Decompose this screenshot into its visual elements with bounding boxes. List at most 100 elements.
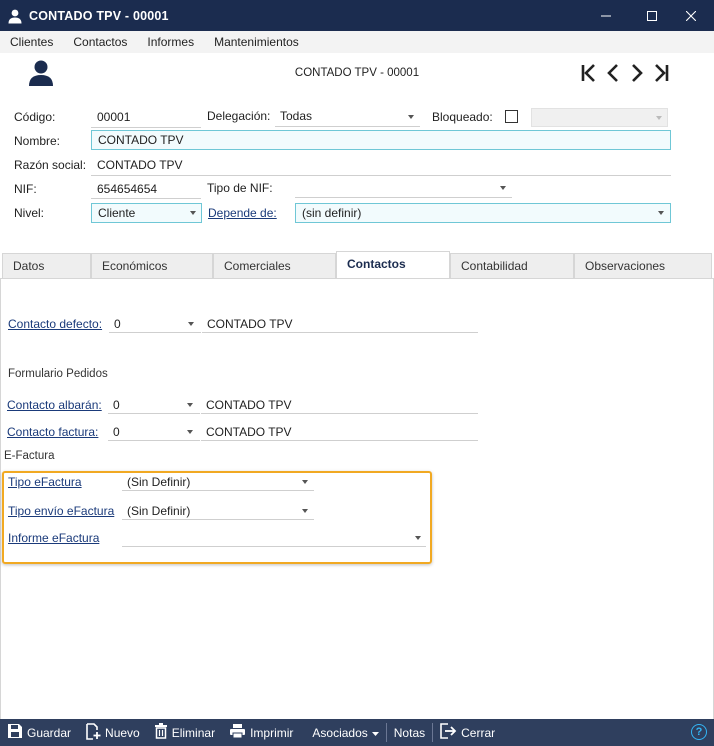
bloqueado-reason-select (531, 108, 668, 127)
chevron-down-icon[interactable] (408, 115, 414, 119)
delegacion-select[interactable]: Todas (280, 109, 312, 123)
eliminar-label: Eliminar (171, 725, 216, 740)
contacto-factura-select[interactable]: 0 (113, 425, 120, 439)
informe-efactura-link[interactable]: Informe eFactura (8, 531, 99, 545)
menu-item-informes[interactable]: Informes (137, 35, 204, 49)
tipo-efactura-select[interactable]: (Sin Definir) (127, 475, 190, 489)
tipo-efactura-underline (122, 490, 314, 491)
new-document-icon (85, 722, 101, 743)
nivel-select[interactable]: Cliente (91, 203, 202, 223)
chevron-down-icon[interactable] (500, 186, 506, 190)
menu-item-mantenimientos[interactable]: Mantenimientos (204, 35, 309, 49)
depende-de-select[interactable]: (sin definir) (295, 203, 671, 223)
bloqueado-checkbox[interactable] (505, 110, 518, 123)
menu-bar: Clientes Contactos Informes Mantenimient… (0, 31, 714, 53)
depende-de-link[interactable]: Depende de: (208, 206, 277, 220)
eliminar-button[interactable]: Eliminar (147, 719, 222, 746)
guardar-label: Guardar (27, 725, 72, 740)
last-record-icon[interactable] (650, 62, 672, 84)
razon-social-label: Razón social: (14, 158, 87, 172)
chevron-down-icon[interactable] (190, 211, 196, 215)
tab-observaciones[interactable]: Observaciones (574, 253, 712, 279)
tipo-nif-label: Tipo de NIF: (207, 181, 273, 195)
contacto-albaran-name-underline (201, 413, 478, 414)
next-record-icon[interactable] (626, 62, 648, 84)
imprimir-button[interactable]: Imprimir (222, 719, 300, 746)
record-header: CONTADO TPV - 00001 (0, 53, 714, 97)
menu-item-contactos[interactable]: Contactos (63, 35, 137, 49)
tipo-envio-efactura-select[interactable]: (Sin Definir) (127, 504, 190, 518)
chevron-down-icon[interactable] (415, 536, 421, 540)
tipo-nif-underline (295, 197, 512, 198)
delegacion-underline (275, 126, 420, 127)
efactura-heading: E-Factura (4, 450, 55, 462)
contacto-defecto-name-underline (202, 332, 478, 333)
minimize-button[interactable] (583, 0, 629, 31)
help-icon[interactable]: ? (691, 724, 707, 740)
asociados-label: Asociados (312, 725, 368, 740)
contacto-albaran-link[interactable]: Contacto albarán: (7, 398, 102, 412)
chevron-down-icon[interactable] (658, 211, 664, 215)
nivel-label: Nivel: (14, 206, 45, 220)
chevron-down-icon[interactable] (302, 480, 308, 484)
printer-icon (229, 723, 246, 742)
tab-economicos[interactable]: Económicos (91, 253, 213, 279)
tipo-efactura-link[interactable]: Tipo eFactura (8, 475, 82, 489)
chevron-down-icon[interactable] (302, 509, 308, 513)
menu-item-clientes[interactable]: Clientes (0, 35, 63, 49)
nuevo-label: Nuevo (105, 725, 140, 740)
tab-comerciales[interactable]: Comerciales (213, 253, 336, 279)
contacto-factura-underline (108, 440, 200, 441)
codigo-underline (91, 127, 201, 128)
tipo-envio-efactura-underline (122, 519, 314, 520)
contacto-defecto-select[interactable]: 0 (114, 317, 121, 331)
codigo-label: Código: (14, 110, 56, 124)
tab-contabilidad[interactable]: Contabilidad (450, 253, 574, 279)
contacto-albaran-select[interactable]: 0 (113, 398, 120, 412)
contacto-factura-link[interactable]: Contacto factura: (7, 425, 98, 439)
contacto-factura-name: CONTADO TPV (206, 425, 292, 439)
asociados-dropdown[interactable]: Asociados (300, 719, 385, 746)
tab-strip: Datos Económicos Comerciales Contactos C… (0, 251, 714, 280)
bottom-toolbar: Guardar Nuevo Eliminar Imprimir Asociado… (0, 719, 714, 746)
chevron-down-icon[interactable] (187, 403, 193, 407)
exit-icon (440, 723, 457, 742)
user-icon (7, 8, 23, 24)
window-title: CONTADO TPV - 00001 (29, 8, 169, 23)
bloqueado-label: Bloqueado: (432, 110, 493, 124)
contacto-albaran-name: CONTADO TPV (206, 398, 292, 412)
razon-social-underline (91, 175, 671, 176)
notas-button[interactable]: Notas (387, 719, 432, 746)
nuevo-button[interactable]: Nuevo (78, 719, 147, 746)
cerrar-label: Cerrar (461, 725, 496, 740)
nif-field[interactable]: 654654654 (97, 182, 157, 196)
delegacion-label: Delegación: (207, 109, 271, 123)
tab-contactos[interactable]: Contactos (336, 251, 450, 280)
chevron-down-icon[interactable] (187, 430, 193, 434)
chevron-down-icon[interactable] (188, 322, 194, 326)
imprimir-label: Imprimir (250, 725, 294, 740)
previous-record-icon[interactable] (602, 62, 624, 84)
tab-datos[interactable]: Datos (2, 253, 91, 279)
contacto-defecto-underline (109, 332, 201, 333)
tipo-envio-efactura-link[interactable]: Tipo envío eFactura (8, 504, 114, 518)
razon-social-field[interactable]: CONTADO TPV (97, 158, 183, 172)
first-record-icon[interactable] (578, 62, 600, 84)
informe-efactura-underline (122, 546, 426, 547)
cerrar-button[interactable]: Cerrar (433, 719, 502, 746)
title-bar: CONTADO TPV - 00001 (0, 0, 714, 31)
codigo-field[interactable]: 00001 (97, 110, 130, 124)
caret-down-icon (371, 726, 379, 740)
nombre-input[interactable]: CONTADO TPV (91, 130, 671, 150)
contacto-defecto-link[interactable]: Contacto defecto: (8, 317, 102, 331)
nombre-label: Nombre: (14, 134, 61, 148)
contacto-factura-name-underline (201, 440, 478, 441)
chevron-down-icon (656, 116, 662, 120)
close-button[interactable] (668, 0, 714, 31)
nif-underline (91, 198, 201, 199)
contacto-defecto-name: CONTADO TPV (207, 317, 293, 331)
record-navigation (578, 62, 672, 84)
contacto-albaran-underline (108, 413, 200, 414)
guardar-button[interactable]: Guardar (0, 719, 78, 746)
formulario-pedidos-heading: Formulario Pedidos (8, 368, 108, 380)
